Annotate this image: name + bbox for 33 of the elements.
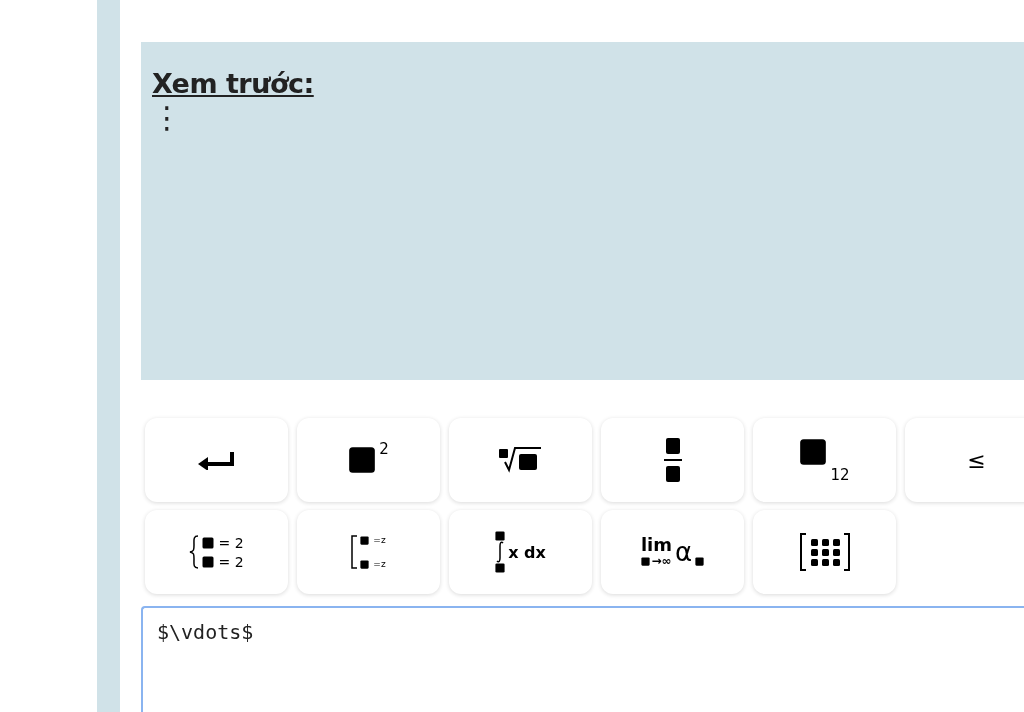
box-icon [641, 556, 651, 566]
math-button[interactable] [449, 418, 592, 502]
math-button[interactable]: x dx [449, 510, 592, 594]
equation-text: = 2 [218, 534, 244, 551]
fraction-icon [663, 438, 682, 482]
matrix-icon [798, 532, 851, 572]
enter-icon [197, 450, 236, 470]
input-field[interactable]: $\vdots$ [141, 606, 1024, 712]
math-button[interactable]: ≤ [905, 418, 1024, 502]
integral-icon [496, 541, 505, 563]
box-icon [202, 555, 215, 568]
math-button[interactable]: = 2 = 2 [145, 510, 288, 594]
equation-text: =z [373, 535, 386, 545]
box-icon [495, 563, 506, 573]
equation-text: = 2 [218, 553, 244, 570]
math-button[interactable] [753, 510, 896, 594]
preview-content: ⋮ [152, 103, 183, 133]
math-button[interactable]: =z =z [297, 510, 440, 594]
math-button[interactable]: 12 [753, 418, 896, 502]
box-icon [348, 446, 377, 474]
box-icon [695, 557, 705, 566]
box-icon [495, 531, 506, 541]
bracket-icon [351, 535, 358, 569]
box-icon [202, 536, 215, 549]
equation-text: =z [373, 559, 386, 569]
preview-title: Xem trước: [152, 68, 315, 99]
root-icon [498, 446, 543, 474]
brace-icon [189, 535, 200, 569]
box-icon [799, 438, 828, 466]
box-icon [360, 559, 370, 569]
math-button[interactable]: 2 [297, 418, 440, 502]
math-button[interactable] [601, 418, 744, 502]
box-icon [360, 535, 370, 545]
